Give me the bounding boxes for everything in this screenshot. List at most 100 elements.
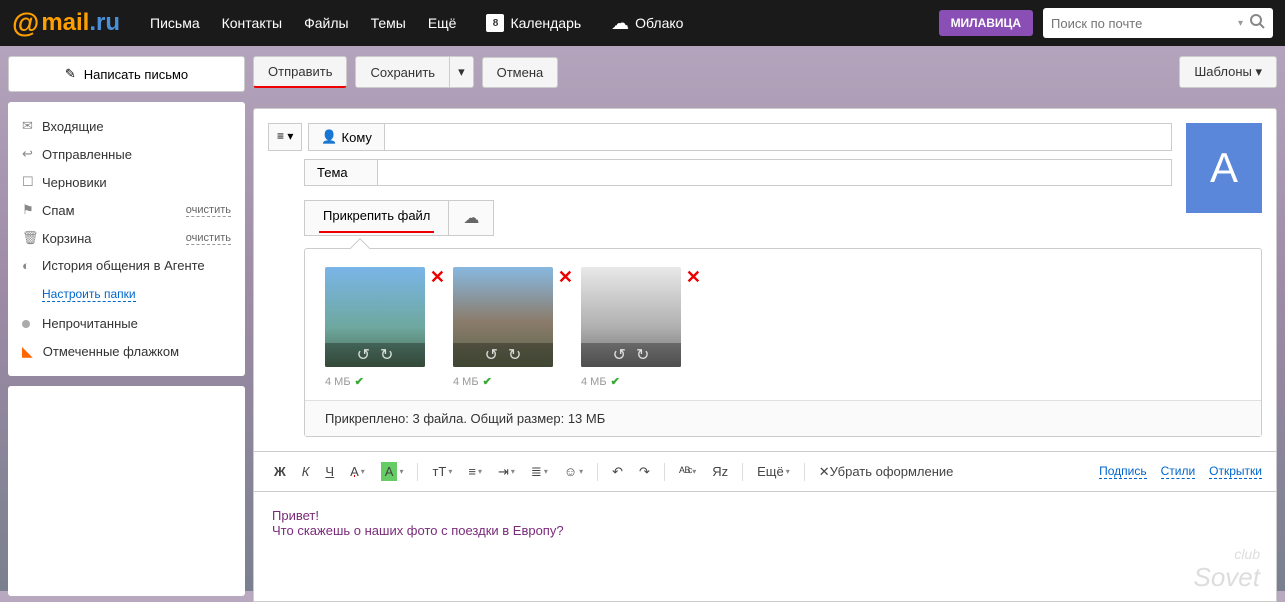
nav-calendar[interactable]: 8 Календарь	[486, 14, 581, 32]
spellcheck-button[interactable]: ᴬᴮͨ▾	[673, 460, 702, 483]
clear-spam[interactable]: очистить	[186, 204, 231, 217]
search-box[interactable]: ▾	[1043, 8, 1273, 38]
folder-agent[interactable]: ◐История общения в Агенте	[22, 252, 231, 279]
envelope-icon: ✉	[22, 118, 42, 134]
main-nav: Письма Контакты Файлы Темы Ещё	[150, 15, 456, 31]
attachment-3: ↺↻ ✕ 4 МБ✔	[581, 267, 681, 388]
bold-button[interactable]: Ж	[268, 460, 292, 483]
chat-icon: ◐	[22, 258, 42, 273]
rotate-right-icon[interactable]: ↻	[380, 345, 393, 365]
send-button[interactable]: Отправить	[253, 56, 347, 88]
rotate-left-icon[interactable]: ↺	[485, 345, 498, 365]
search-input[interactable]	[1051, 16, 1232, 31]
logo[interactable]: @ mail .ru	[12, 7, 120, 39]
folder-drafts[interactable]: ☐Черновики	[22, 168, 231, 196]
translit-button[interactable]: Яz	[706, 460, 734, 483]
rotate-left-icon[interactable]: ↺	[613, 345, 626, 365]
text-color-button[interactable]: А▾	[344, 460, 371, 483]
editor-more-button[interactable]: Ещё▾	[751, 460, 796, 483]
cards-link[interactable]: Открытки	[1209, 464, 1262, 479]
rotate-right-icon[interactable]: ↻	[508, 345, 521, 365]
to-row: ≡ ▾ 👤Кому	[268, 123, 1262, 151]
remove-attachment-icon[interactable]: ✕	[558, 267, 573, 288]
to-label: 👤Кому	[308, 123, 385, 151]
font-size-button[interactable]: тТ▾	[426, 460, 458, 483]
save-button[interactable]: Сохранить	[355, 56, 450, 88]
sidebar-ad-slot	[8, 386, 245, 596]
attach-file-button[interactable]: Прикрепить файл	[304, 200, 449, 236]
remove-attachment-icon[interactable]: ✕	[686, 267, 701, 288]
editor-body[interactable]: Привет! Что скажешь о наших фото с поезд…	[253, 492, 1277, 602]
flag-icon: ◣	[22, 343, 33, 360]
user-badge[interactable]: МИЛАВИЦА	[939, 10, 1033, 36]
subject-input[interactable]	[378, 159, 1172, 186]
reply-icon: ↩	[22, 146, 42, 162]
folder-inbox[interactable]: ✉Входящие	[22, 112, 231, 140]
redo-button[interactable]: ↷	[633, 460, 656, 484]
app-header: @ mail .ru Письма Контакты Файлы Темы Ещ…	[0, 0, 1285, 46]
clear-trash[interactable]: очистить	[186, 232, 231, 245]
attachments-box: ↺↻ ✕ 4 МБ✔ ↺↻ ✕ 4 МБ✔ ↺↻ ✕ 4 МБ✔	[304, 248, 1262, 437]
filter-flagged[interactable]: ◣Отмеченные флажком	[22, 337, 231, 366]
pencil-icon: ✎	[65, 66, 76, 82]
compose-button[interactable]: ✎ Написать письмо	[8, 56, 245, 92]
attach-cloud-button[interactable]: ☁	[449, 200, 494, 236]
editor-toolbar: Ж К Ч А▾ А▾ тТ▾ ≡▾ ⇥▾ ≣▾ ☺▾ ↶ ↷ ᴬᴮͨ▾ Яz …	[253, 452, 1277, 492]
dot-icon	[22, 320, 30, 328]
bg-color-button[interactable]: А▾	[375, 458, 410, 485]
folder-spam[interactable]: ⚑Спамочистить	[22, 196, 231, 224]
list-button[interactable]: ≣▾	[525, 460, 554, 484]
attach-buttons: Прикрепить файл ☁	[304, 200, 1262, 236]
folder-list: ✉Входящие ↩Отправленные ☐Черновики ⚑Спам…	[8, 102, 245, 376]
field-options-button[interactable]: ≡ ▾	[268, 123, 302, 151]
to-input[interactable]	[385, 123, 1172, 151]
filter-unread[interactable]: Непрочитанные	[22, 310, 231, 337]
cancel-button[interactable]: Отмена	[482, 57, 559, 88]
styles-link[interactable]: Стили	[1161, 464, 1196, 479]
nav-themes[interactable]: Темы	[371, 15, 406, 31]
emoji-button[interactable]: ☺▾	[558, 460, 589, 483]
folder-trash[interactable]: 🗑Корзинаочистить	[22, 224, 231, 252]
search-caret-icon[interactable]: ▾	[1238, 18, 1243, 29]
underline-button[interactable]: Ч	[319, 460, 340, 483]
remove-attachment-icon[interactable]: ✕	[430, 267, 445, 288]
nav-more[interactable]: Ещё	[428, 15, 457, 31]
attachment-2: ↺↻ ✕ 4 МБ✔	[453, 267, 553, 388]
indent-button[interactable]: ⇥▾	[492, 460, 521, 484]
main-area: Отправить Сохранить ▾ Отмена Шаблоны ▾ А…	[253, 56, 1277, 602]
thumb-image[interactable]: ↺↻	[325, 267, 425, 367]
thumb-image[interactable]: ↺↻	[453, 267, 553, 367]
compose-toolbar: Отправить Сохранить ▾ Отмена Шаблоны ▾	[253, 56, 1277, 88]
thumb-image[interactable]: ↺↻	[581, 267, 681, 367]
rotate-left-icon[interactable]: ↺	[357, 345, 370, 365]
check-icon: ✔	[355, 375, 364, 388]
rotate-right-icon[interactable]: ↻	[636, 345, 649, 365]
align-button[interactable]: ≡▾	[462, 460, 488, 483]
cloud-icon: ☁	[463, 210, 479, 227]
nav-mail[interactable]: Письма	[150, 15, 200, 31]
nav-files[interactable]: Файлы	[304, 15, 348, 31]
logo-at-icon: @	[12, 7, 39, 39]
search-icon[interactable]	[1249, 13, 1265, 34]
check-icon: ✔	[611, 375, 620, 388]
signature-link[interactable]: Подпись	[1099, 464, 1147, 479]
nav-contacts[interactable]: Контакты	[222, 15, 282, 31]
sidebar: ✎ Написать письмо ✉Входящие ↩Отправленны…	[8, 56, 245, 602]
folder-settings-link[interactable]: Настроить папки	[42, 287, 136, 302]
person-icon: 👤	[321, 129, 337, 145]
folder-sent[interactable]: ↩Отправленные	[22, 140, 231, 168]
templates-button[interactable]: Шаблоны ▾	[1179, 56, 1277, 88]
subject-row: Тема	[268, 159, 1262, 186]
flame-icon: ⚑	[22, 202, 42, 218]
compose-panel: А ≡ ▾ 👤Кому Тема Прикрепить файл ☁ ↺↻	[253, 108, 1277, 452]
attachment-thumbs: ↺↻ ✕ 4 МБ✔ ↺↻ ✕ 4 МБ✔ ↺↻ ✕ 4 МБ✔	[305, 249, 1261, 400]
nav-cloud[interactable]: ☁ Облако	[611, 13, 683, 34]
subject-label: Тема	[304, 159, 378, 186]
undo-button[interactable]: ↶	[606, 460, 629, 484]
italic-button[interactable]: К	[296, 460, 316, 483]
save-dropdown[interactable]: ▾	[450, 56, 474, 88]
remove-format-button[interactable]: ✕ Убрать оформление	[813, 460, 960, 484]
save-group: Сохранить ▾	[355, 56, 473, 88]
avatar: А	[1186, 123, 1262, 213]
attachment-1: ↺↻ ✕ 4 МБ✔	[325, 267, 425, 388]
